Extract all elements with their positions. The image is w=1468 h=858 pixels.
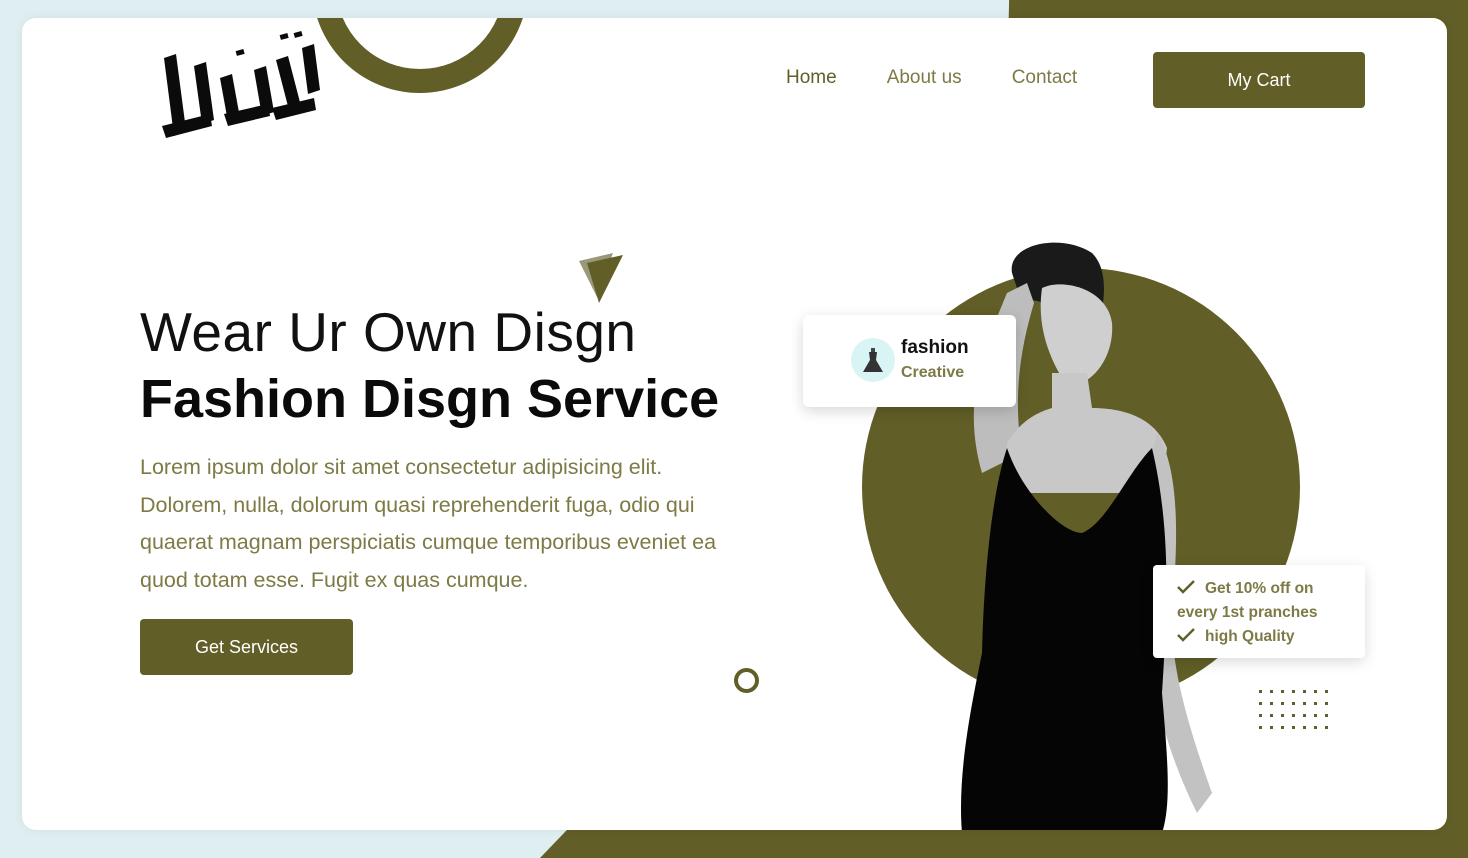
offer-line-3: high Quality: [1177, 628, 1295, 646]
dot-grid-decoration: [1259, 690, 1336, 738]
nav-about-link[interactable]: About us: [887, 67, 962, 89]
brand-logo[interactable]: [152, 30, 322, 145]
offer-line-2: every 1st pranches: [1177, 604, 1318, 621]
check-icon: [1177, 580, 1195, 594]
fashion-card-subtitle: Creative: [901, 364, 965, 381]
small-ring-decoration: [734, 668, 759, 693]
nav-home-link[interactable]: Home: [786, 67, 837, 89]
offer-card: Get 10% off on every 1st pranches high Q…: [1153, 565, 1365, 658]
logo-mark-icon: [162, 31, 320, 138]
fashion-card-title: fashion: [901, 337, 969, 358]
hero-card: Home About us Contact My Cart Wear Ur Ow…: [22, 18, 1447, 830]
nav-contact-link[interactable]: Contact: [1012, 67, 1077, 89]
fashion-info-card: fashion Creative: [803, 315, 1016, 407]
triangle-decoration-icon: [579, 253, 623, 303]
hero-title-line1: Wear Ur Own Disgn: [140, 301, 637, 363]
check-icon: [1177, 628, 1195, 642]
get-services-button[interactable]: Get Services: [140, 619, 353, 675]
decorative-ring: [312, 18, 528, 93]
main-nav: Home About us Contact: [786, 67, 1077, 89]
hero-description: Lorem ipsum dolor sit amet consectetur a…: [140, 455, 717, 592]
offer-line-1-text: Get 10% off on: [1205, 580, 1314, 597]
offer-line-1: Get 10% off on: [1177, 580, 1314, 598]
offer-line-3-text: high Quality: [1205, 628, 1295, 645]
my-cart-button[interactable]: My Cart: [1153, 52, 1365, 108]
dress-icon: [851, 338, 895, 382]
hero-title-line2: Fashion Disgn Service: [140, 369, 720, 429]
